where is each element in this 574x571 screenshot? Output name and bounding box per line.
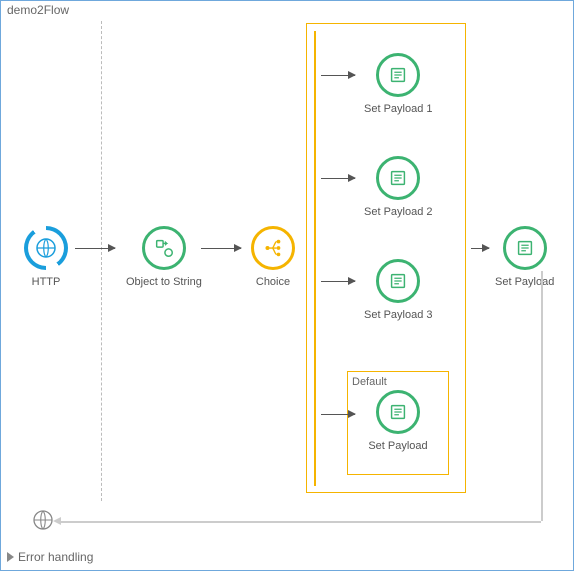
node-label: Set Payload — [495, 276, 554, 288]
payload-icon-ring — [376, 53, 420, 97]
arrow — [471, 248, 489, 249]
scope-divider — [101, 21, 102, 501]
payload-icon-ring — [503, 226, 547, 270]
arrow — [321, 281, 355, 282]
payload-icon — [387, 167, 409, 189]
return-endpoint-icon — [31, 508, 55, 535]
return-connector — [59, 521, 541, 523]
node-set-payload-2[interactable]: Set Payload 2 — [364, 156, 433, 218]
error-handling-toggle[interactable]: Error handling — [7, 550, 93, 564]
globe-icon — [31, 508, 55, 532]
node-label: HTTP — [32, 276, 61, 288]
payload-icon — [514, 237, 536, 259]
arrow — [321, 414, 355, 415]
node-object-to-string[interactable]: Object to String — [126, 226, 202, 288]
node-http[interactable]: HTTP — [24, 226, 68, 288]
flow-title: demo2Flow — [7, 3, 69, 17]
node-label: Object to String — [126, 276, 202, 288]
return-connector — [541, 271, 543, 521]
payload-icon — [387, 401, 409, 423]
transform-icon — [153, 237, 175, 259]
flow-canvas: demo2Flow HTTP Object to String — [0, 0, 574, 571]
transform-icon-ring — [142, 226, 186, 270]
payload-icon — [387, 270, 409, 292]
expand-icon — [7, 552, 14, 562]
node-label: Set Payload 1 — [364, 103, 433, 115]
payload-icon — [387, 64, 409, 86]
branch-icon — [262, 237, 284, 259]
http-icon-ring — [24, 226, 68, 270]
globe-icon — [34, 236, 58, 260]
choice-default-scope: Default Set Payload — [347, 371, 449, 475]
payload-icon-ring — [376, 259, 420, 303]
node-label: Set Payload — [368, 440, 427, 452]
error-handling-label: Error handling — [18, 550, 93, 564]
arrow — [201, 248, 241, 249]
arrow — [321, 178, 355, 179]
node-label: Choice — [256, 276, 290, 288]
node-set-payload-1[interactable]: Set Payload 1 — [364, 53, 433, 115]
payload-icon-ring[interactable] — [376, 390, 420, 434]
node-label: Set Payload 3 — [364, 309, 433, 321]
node-label: Set Payload 2 — [364, 206, 433, 218]
node-set-payload-final[interactable]: Set Payload — [495, 226, 554, 288]
default-label: Default — [352, 376, 444, 388]
arrow — [75, 248, 115, 249]
arrow — [321, 75, 355, 76]
node-set-payload-3[interactable]: Set Payload 3 — [364, 259, 433, 321]
payload-icon-ring — [376, 156, 420, 200]
choice-divider — [314, 31, 316, 486]
node-choice[interactable]: Choice — [251, 226, 295, 288]
choice-icon-ring — [251, 226, 295, 270]
